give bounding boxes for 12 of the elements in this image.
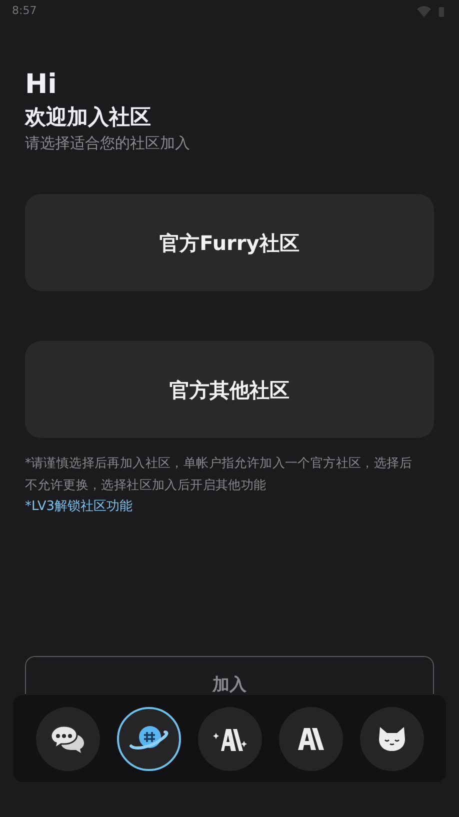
welcome-title: 欢迎加入社区: [25, 104, 152, 131]
chat-bubbles-icon: [50, 724, 86, 754]
community-card[interactable]: 官方Furry社区: [25, 194, 434, 291]
unlock-link[interactable]: *LV3解锁社区功能: [25, 496, 132, 518]
status-time: 8:57: [12, 3, 37, 20]
status-icons: [417, 6, 447, 18]
notice-text: *请谨慎选择后再加入社区，单帐户指允许加入一个官方社区，选择后不允许更换，选择社区加入后开启其他功能: [25, 454, 413, 494]
greeting: Hi: [25, 68, 58, 102]
community-card[interactable]: 官方其他社区: [25, 341, 434, 438]
join-button[interactable]: 加入: [25, 656, 434, 694]
subtitle: 请选择适合您的社区加入: [25, 133, 191, 154]
logo-icon: [296, 726, 324, 750]
